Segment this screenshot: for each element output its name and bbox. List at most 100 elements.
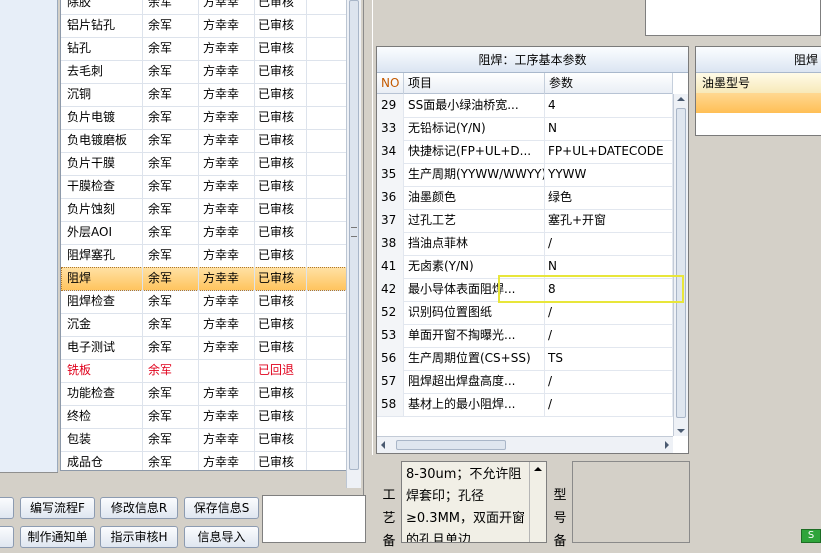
process-row[interactable]: 阻焊 余军 方幸幸 已审核 (61, 267, 346, 291)
params-vertical-scrollbar[interactable] (673, 94, 688, 436)
param-row[interactable]: 33 无铅标记(Y/N) N (377, 117, 673, 141)
process-row[interactable]: 终检 余军 方幸幸 已审核 (61, 405, 346, 429)
scroll-up-icon[interactable] (534, 467, 542, 471)
process-row[interactable]: 成品仓 余军 方幸幸 已审核 (61, 451, 346, 470)
param-row[interactable]: 57 阻焊超出焊盘高度... / (377, 370, 673, 394)
process-name: 除胶 (61, 0, 143, 14)
scroll-left-icon[interactable] (381, 441, 385, 449)
param-value[interactable]: 绿色 (545, 186, 673, 209)
param-row[interactable]: 56 生产周期位置(CS+SS) TS (377, 347, 673, 371)
param-value[interactable]: FP+UL+DATECODE (545, 140, 673, 163)
param-value[interactable]: TS (545, 347, 673, 370)
left-panel-footer (0, 472, 58, 490)
process-row[interactable]: 钻孔 余军 方幸幸 已审核 (61, 37, 346, 61)
process-approver: 方幸幸 (199, 244, 255, 267)
vertical-label-char: 艺 (382, 511, 396, 526)
modify-info-button[interactable]: 修改信息R (100, 497, 178, 519)
param-item: 油墨颜色 (404, 186, 545, 209)
scroll-thumb[interactable] (396, 440, 506, 450)
params-horizontal-scrollbar[interactable] (377, 436, 673, 453)
process-name: 外层AOI (61, 221, 143, 244)
process-person: 余军 (143, 37, 199, 60)
notes-scrollbar[interactable] (529, 462, 546, 542)
process-list-scrollbar[interactable] (346, 0, 361, 488)
left-button-edge[interactable] (0, 497, 14, 519)
process-row[interactable]: 铣板 余军 已回退 (61, 359, 346, 383)
process-approver: 方幸幸 (199, 290, 255, 313)
process-name: 功能检查 (61, 382, 143, 405)
process-row[interactable]: 负电镀磨板 余军 方幸幸 已审核 (61, 129, 346, 153)
save-info-button[interactable]: 保存信息S (184, 497, 259, 519)
process-person: 余军 (143, 14, 199, 37)
param-row[interactable]: 38 挡油点菲林 / (377, 232, 673, 256)
param-row[interactable]: 52 识别码位置图纸 / (377, 301, 673, 325)
param-row[interactable]: 29 SS面最小绿油桥宽... 4 (377, 94, 673, 118)
param-value[interactable]: 4 (545, 94, 673, 117)
status-icon[interactable]: S (801, 529, 821, 543)
process-row[interactable]: 负片干膜 余军 方幸幸 已审核 (61, 152, 346, 176)
param-value[interactable]: / (545, 232, 673, 255)
process-person: 余军 (143, 152, 199, 175)
process-approver: 方幸幸 (199, 405, 255, 428)
process-row[interactable]: 阻焊检查 余军 方幸幸 已审核 (61, 290, 346, 314)
process-name: 负片干膜 (61, 152, 143, 175)
process-row[interactable]: 阻焊塞孔 余军 方幸幸 已审核 (61, 244, 346, 268)
process-row[interactable]: 包装 余军 方幸幸 已审核 (61, 428, 346, 452)
process-person: 余军 (143, 451, 199, 470)
param-value[interactable]: 塞孔+开窗 (545, 209, 673, 232)
process-approver: 方幸幸 (199, 60, 255, 83)
process-row[interactable]: 负片蚀刻 余军 方幸幸 已审核 (61, 198, 346, 222)
param-row[interactable]: 36 油墨颜色 绿色 (377, 186, 673, 210)
param-value[interactable]: / (545, 301, 673, 324)
param-value[interactable]: N (545, 117, 673, 140)
scroll-up-icon[interactable] (677, 97, 685, 101)
make-notice-button[interactable]: 制作通知单 (20, 526, 95, 548)
left-button-edge[interactable] (0, 526, 14, 548)
param-row[interactable]: 37 过孔工艺 塞孔+开窗 (377, 209, 673, 233)
process-approver: 方幸幸 (199, 0, 255, 14)
scroll-down-icon[interactable] (677, 429, 685, 433)
col-header-item[interactable]: 项目 (404, 73, 545, 94)
param-value[interactable]: / (545, 393, 673, 416)
param-row[interactable]: 58 基材上的最小阻焊... / (377, 393, 673, 417)
process-row[interactable]: 除胶 余军 方幸幸 已审核 (61, 0, 346, 15)
instruction-review-button[interactable]: 指示审核H (100, 526, 178, 548)
process-row[interactable]: 去毛刺 余军 方幸幸 已审核 (61, 60, 346, 84)
vertical-label-char: 备 (553, 534, 567, 549)
param-no: 53 (377, 324, 404, 347)
process-approver: 方幸幸 (199, 382, 255, 405)
param-value[interactable]: YYWW (545, 163, 673, 186)
ink-model-header[interactable]: 油墨型号 (696, 73, 821, 93)
process-approver: 方幸幸 (199, 152, 255, 175)
process-status: 已审核 (255, 106, 307, 129)
process-row[interactable]: 沉金 余军 方幸幸 已审核 (61, 313, 346, 337)
process-row[interactable]: 负片电镀 余军 方幸幸 已审核 (61, 106, 346, 130)
info-input-box[interactable] (262, 495, 366, 543)
import-info-button[interactable]: 信息导入 (184, 526, 259, 548)
col-header-no[interactable]: NO (377, 73, 404, 94)
model-notes-box[interactable] (572, 461, 690, 543)
process-params-panel: 阻焊：工序基本参数 NO 项目 参数 29 SS面最小绿油桥宽... 4 33 无铅标记… (376, 46, 689, 454)
col-header-param[interactable]: 参数 (545, 73, 673, 94)
param-value[interactable]: / (545, 324, 673, 347)
process-row[interactable]: 功能检查 余军 方幸幸 已审核 (61, 382, 346, 406)
param-value[interactable]: / (545, 370, 673, 393)
process-row[interactable]: 干膜检查 余军 方幸幸 已审核 (61, 175, 346, 199)
process-row[interactable]: 铝片钻孔 余军 方幸幸 已审核 (61, 14, 346, 38)
process-row[interactable]: 电子测试 余军 方幸幸 已审核 (61, 336, 346, 360)
param-row[interactable]: 34 快捷标记(FP+UL+D... FP+UL+DATECODE (377, 140, 673, 164)
param-row[interactable]: 53 单面开窗不掏曝光... / (377, 324, 673, 348)
edit-flow-button[interactable]: 编写流程F (20, 497, 95, 519)
ink-selected-row[interactable] (696, 93, 821, 113)
scroll-thumb[interactable] (676, 108, 686, 418)
process-row[interactable]: 沉铜 余军 方幸幸 已审核 (61, 83, 346, 107)
process-status: 已审核 (255, 382, 307, 405)
param-no: 58 (377, 393, 404, 416)
scroll-right-icon[interactable] (665, 441, 669, 449)
param-no: 33 (377, 117, 404, 140)
param-no: 56 (377, 347, 404, 370)
param-row[interactable]: 35 生产周期(YYWW/WWYY) YYWW (377, 163, 673, 187)
process-row[interactable]: 外层AOI 余军 方幸幸 已审核 (61, 221, 346, 245)
param-item: 过孔工艺 (404, 209, 545, 232)
process-notes-textarea[interactable]: 8-30um；不允许阻焊套印；孔径≥0.3MM，双面开窗的孔且单边 (401, 461, 547, 543)
